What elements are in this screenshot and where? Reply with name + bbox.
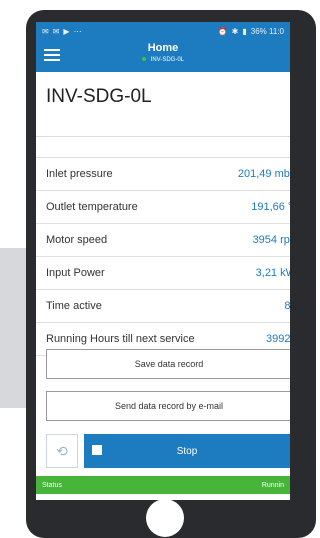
connection-status-icon bbox=[141, 57, 146, 62]
parameter-row-input-power: Input Power 3,21 kW bbox=[36, 257, 290, 290]
save-data-record-button[interactable]: Save data record bbox=[46, 349, 290, 379]
app-bar: Home INV-SDG-0L bbox=[36, 40, 290, 72]
app-subtitle-text: INV-SDG-0L bbox=[150, 57, 184, 63]
parameter-label: Running Hours till next service bbox=[46, 333, 195, 345]
signal-icon: ▮ bbox=[242, 26, 247, 36]
parameter-value: 3992 l bbox=[266, 333, 290, 345]
parameter-row-inlet-pressure: Inlet pressure 201,49 mba bbox=[36, 158, 290, 191]
more-dots-icon: ⋯ bbox=[73, 26, 82, 36]
parameter-value: 191,66 °( bbox=[251, 201, 290, 213]
loop-icon[interactable]: ⟲ bbox=[46, 434, 78, 468]
system-status-bar: ✉ ✉ ▶ ⋯ ⏰ ✱ ▮ 36% 11:0 bbox=[36, 22, 290, 40]
status-label: Status bbox=[42, 481, 62, 489]
status-value: Runnin bbox=[261, 481, 284, 489]
checkbox-icon[interactable] bbox=[92, 445, 102, 455]
parameter-label: Time active bbox=[46, 300, 102, 312]
parameter-value: 3,21 kW bbox=[255, 267, 290, 279]
parameter-row-outlet-temperature: Outlet temperature 191,66 °( bbox=[36, 191, 290, 224]
parameter-row-motor-speed: Motor speed 3954 rpn bbox=[36, 224, 290, 257]
control-bar: ⟲ Stop bbox=[36, 434, 290, 468]
parameter-value: 3954 rpn bbox=[252, 234, 290, 246]
device-name: INV-SDG-0L bbox=[36, 72, 290, 137]
parameter-label: Motor speed bbox=[46, 234, 108, 246]
message-icon: ✉ bbox=[52, 26, 60, 36]
app-title: Home bbox=[147, 42, 179, 54]
app-screen: ✉ ✉ ▶ ⋯ ⏰ ✱ ▮ 36% 11:0 Home INV-SDG-0L I… bbox=[36, 22, 290, 500]
parameter-value: 201,49 mba bbox=[237, 168, 290, 180]
parameter-row-time-active: Time active 8 l bbox=[36, 290, 290, 323]
tablet-frame: ✉ ✉ ▶ ⋯ ⏰ ✱ ▮ 36% 11:0 Home INV-SDG-0L I… bbox=[26, 10, 316, 538]
parameter-label: Outlet temperature bbox=[46, 201, 138, 213]
app-subtitle: INV-SDG-0L bbox=[36, 57, 290, 63]
alarm-icon: ⏰ bbox=[217, 26, 228, 36]
parameter-value: 8 l bbox=[284, 300, 290, 312]
send-data-record-email-button[interactable]: Send data record by e-mail bbox=[46, 391, 290, 421]
stop-button[interactable]: Stop bbox=[84, 434, 290, 468]
stop-label: Stop bbox=[176, 445, 198, 457]
parameter-label: Inlet pressure bbox=[46, 168, 113, 180]
status-bar-bottom: Status Runnin bbox=[36, 476, 290, 494]
mail-icon: ✉ bbox=[42, 26, 49, 36]
status-right-text: 36% 11:0 bbox=[250, 26, 284, 36]
parameter-list: Inlet pressure 201,49 mba Outlet tempera… bbox=[36, 157, 290, 356]
play-icon: ▶ bbox=[63, 26, 70, 36]
home-hardware-button[interactable] bbox=[146, 499, 184, 537]
bluetooth-icon: ✱ bbox=[231, 26, 239, 36]
parameter-label: Input Power bbox=[46, 267, 105, 279]
